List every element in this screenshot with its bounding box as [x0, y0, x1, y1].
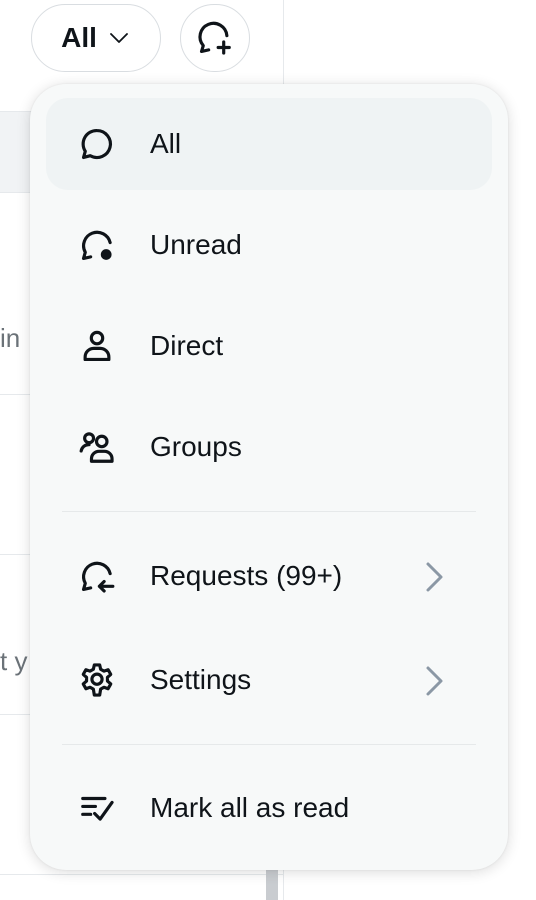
- filter-dropdown-button[interactable]: All: [31, 4, 161, 72]
- menu-item-label: Direct: [150, 330, 224, 361]
- chat-bubble-icon: [78, 125, 116, 163]
- menu-item-requests[interactable]: Requests (99+): [46, 530, 492, 622]
- chat-bubble-plus-icon: [198, 21, 231, 55]
- menu-item-unread[interactable]: Unread: [46, 199, 492, 291]
- filter-menu: All Unread Direct Groups Requests (99+) …: [30, 84, 508, 870]
- scrollbar-thumb[interactable]: [266, 868, 278, 900]
- menu-item-direct[interactable]: Direct: [46, 300, 492, 392]
- chat-bubble-unread-icon: [78, 226, 116, 264]
- person-icon: [78, 327, 116, 365]
- filter-label: All: [61, 22, 97, 53]
- menu-item-settings[interactable]: Settings: [46, 634, 492, 726]
- menu-item-label: Unread: [150, 229, 242, 260]
- row-divider: [0, 874, 284, 875]
- new-message-button[interactable]: [180, 4, 250, 72]
- menu-item-label: Groups: [150, 431, 242, 462]
- menu-separator: [62, 744, 476, 745]
- conversation-snippet[interactable]: t y: [0, 646, 27, 677]
- conversation-snippet[interactable]: in: [0, 323, 20, 354]
- menu-item-all[interactable]: All: [46, 98, 492, 190]
- chat-bubble-arrow-icon: [78, 557, 116, 595]
- menu-item-label: Requests (99+): [150, 560, 343, 591]
- chevron-right-icon: [426, 562, 443, 592]
- menu-item-label: Settings: [150, 664, 252, 695]
- menu-separator: [62, 511, 476, 512]
- mark-read-icon: [78, 789, 116, 827]
- menu-item-label: Mark all as read: [150, 792, 350, 823]
- chevron-right-icon: [426, 666, 443, 696]
- people-icon: [78, 428, 116, 466]
- menu-item-label: All: [150, 128, 182, 159]
- menu-item-groups[interactable]: Groups: [46, 401, 492, 493]
- menu-item-mark-all-read[interactable]: Mark all as read: [46, 762, 492, 854]
- chevron-down-icon: [109, 33, 128, 43]
- gear-icon: [78, 661, 116, 699]
